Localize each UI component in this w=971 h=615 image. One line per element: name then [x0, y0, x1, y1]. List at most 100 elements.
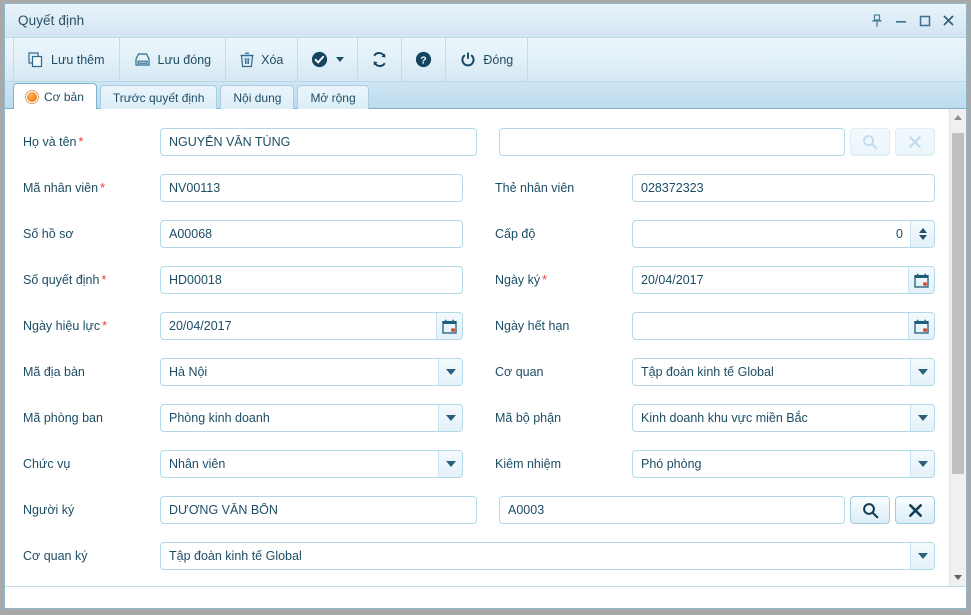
label-decision-number: Số quyết định *: [23, 273, 107, 287]
form-row-area-agency: Mã địa bàn Hà Nội Cơ quan Tập đoàn kinh …: [5, 349, 949, 395]
minimize-button[interactable]: [889, 9, 912, 33]
scroll-up-button[interactable]: [950, 109, 966, 126]
chevron-down-icon[interactable]: [918, 235, 927, 240]
close-dialog-button[interactable]: Đóng: [446, 38, 529, 81]
full-name-input[interactable]: [160, 128, 477, 156]
help-button[interactable]: ?: [402, 38, 447, 81]
division-code-select[interactable]: Kinh doanh khu vực miền Bắc: [632, 404, 935, 432]
field-file-number: Số hồ sơ: [5, 220, 477, 248]
save-add-button[interactable]: Lưu thêm: [13, 38, 120, 81]
dialog-statusbar: [5, 586, 966, 608]
chevron-down-icon[interactable]: [336, 57, 345, 62]
calendar-icon[interactable]: [908, 313, 934, 339]
form-row-employee: Mã nhân viên* Thẻ nhân viên: [5, 165, 949, 211]
window-title: Quyết định: [18, 13, 85, 28]
form-row-department: Mã phòng ban Phòng kinh doanh Mã bộ phận: [5, 395, 949, 441]
division-code-zone: Kinh doanh khu vực miền Bắc: [632, 404, 949, 432]
scroll-track[interactable]: [950, 126, 966, 569]
sign-date-value: 20/04/2017: [641, 273, 704, 287]
tab-label: Mở rộng: [310, 90, 356, 105]
tab-label: Nội dung: [233, 90, 282, 105]
save-close-button[interactable]: Lưu đóng: [120, 38, 227, 81]
expiry-date-zone: [632, 312, 949, 340]
form-vertical-scrollbar[interactable]: [949, 109, 966, 586]
chevron-down-icon[interactable]: [438, 451, 462, 477]
scroll-thumb[interactable]: [952, 132, 964, 474]
close-button[interactable]: [937, 9, 960, 33]
division-code-value: Kinh doanh khu vực miền Bắc: [641, 411, 808, 425]
delete-button[interactable]: Xóa: [226, 38, 299, 81]
label-effective-date: Ngày hiệu lực *: [23, 319, 108, 333]
signer-input[interactable]: [160, 496, 477, 524]
question-circle-icon: ?: [415, 51, 432, 68]
agency-select[interactable]: Tập đoàn kinh tế Global: [632, 358, 935, 386]
level-stepper[interactable]: 0: [632, 220, 935, 248]
chevron-down-icon[interactable]: [910, 451, 934, 477]
approve-button[interactable]: [298, 38, 359, 81]
area-code-select[interactable]: Hà Nội: [160, 358, 463, 386]
level-stepper-buttons[interactable]: [910, 221, 934, 247]
concurrent-select[interactable]: Phó phòng: [632, 450, 935, 478]
decision-number-input[interactable]: [160, 266, 463, 294]
chevron-down-icon[interactable]: [910, 543, 934, 569]
form-row-position: Chức vụ Nhân viên Kiêm nhiệm Phó phòng: [5, 441, 949, 487]
tab-truoc-quyet-dinh[interactable]: Trước quyết định: [99, 85, 218, 109]
label-level: Cấp độ: [495, 227, 536, 241]
full-name-search-button[interactable]: [850, 128, 890, 156]
delete-label: Xóa: [261, 52, 284, 67]
department-code-select[interactable]: Phòng kinh doanh: [160, 404, 463, 432]
maximize-button[interactable]: [913, 9, 936, 33]
file-number-input[interactable]: [160, 220, 463, 248]
department-code-zone: Phòng kinh doanh: [160, 404, 477, 432]
label-agency: Cơ quan: [495, 365, 544, 379]
pin-button[interactable]: [865, 9, 888, 33]
label-division-code: Mã bộ phận: [495, 411, 562, 425]
field-level: Cấp độ 0: [477, 220, 949, 248]
copy-icon: [28, 51, 44, 68]
signer-clear-button[interactable]: [895, 496, 935, 524]
calendar-icon[interactable]: [908, 267, 934, 293]
effective-date-picker[interactable]: 20/04/2017: [160, 312, 463, 340]
field-expiry-date: Ngày hết hạn: [477, 312, 949, 340]
clipped-row-content: Thời... 0: [5, 579, 949, 586]
window-controls: [865, 4, 960, 37]
dialog-toolbar: Lưu thêm Lưu đóng Xóa ? Đóng: [5, 38, 966, 82]
signing-agency-select[interactable]: Tập đoàn kinh tế Global: [160, 542, 935, 570]
signer-lookup-input[interactable]: [499, 496, 845, 524]
position-zone: Nhân viên: [160, 450, 477, 478]
full-name-zone: [160, 128, 477, 156]
signer-lookup-zone: [477, 496, 949, 524]
agency-value: Tập đoàn kinh tế Global: [641, 365, 774, 379]
tab-noi-dung[interactable]: Nội dung: [220, 85, 295, 109]
position-select[interactable]: Nhân viên: [160, 450, 463, 478]
signing-agency-zone: Tập đoàn kinh tế Global: [160, 542, 949, 570]
signer-search-button[interactable]: [850, 496, 890, 524]
sign-date-picker[interactable]: 20/04/2017: [632, 266, 935, 294]
field-concurrent: Kiêm nhiệm Phó phòng: [477, 450, 949, 478]
chevron-down-icon[interactable]: [438, 359, 462, 385]
scroll-down-button[interactable]: [950, 569, 966, 586]
tab-mo-rong[interactable]: Mở rộng: [297, 85, 369, 109]
label-expiry-date: Ngày hết hạn: [495, 319, 570, 333]
save-close-label: Lưu đóng: [157, 52, 212, 67]
refresh-icon: [371, 51, 388, 68]
refresh-button[interactable]: [358, 38, 403, 81]
chevron-down-icon[interactable]: [438, 405, 462, 431]
full-name-clear-button[interactable]: [895, 128, 935, 156]
employee-code-input[interactable]: [160, 174, 463, 202]
area-code-zone: Hà Nội: [160, 358, 477, 386]
full-name-lookup-input[interactable]: [499, 128, 845, 156]
field-agency: Cơ quan Tập đoàn kinh tế Global: [477, 358, 949, 386]
label-file-number: Số hồ sơ: [23, 227, 74, 241]
chevron-up-icon[interactable]: [918, 228, 927, 233]
trash-icon: [240, 52, 254, 68]
check-circle-icon: [311, 51, 328, 68]
chevron-down-icon[interactable]: [910, 359, 934, 385]
tab-co-ban[interactable]: Cơ bản: [13, 83, 97, 109]
expiry-date-picker[interactable]: [632, 312, 935, 340]
form-row-clipped: Thời... 0: [5, 579, 949, 586]
chevron-down-icon[interactable]: [910, 405, 934, 431]
employee-card-input[interactable]: [632, 174, 935, 202]
calendar-icon[interactable]: [436, 313, 462, 339]
